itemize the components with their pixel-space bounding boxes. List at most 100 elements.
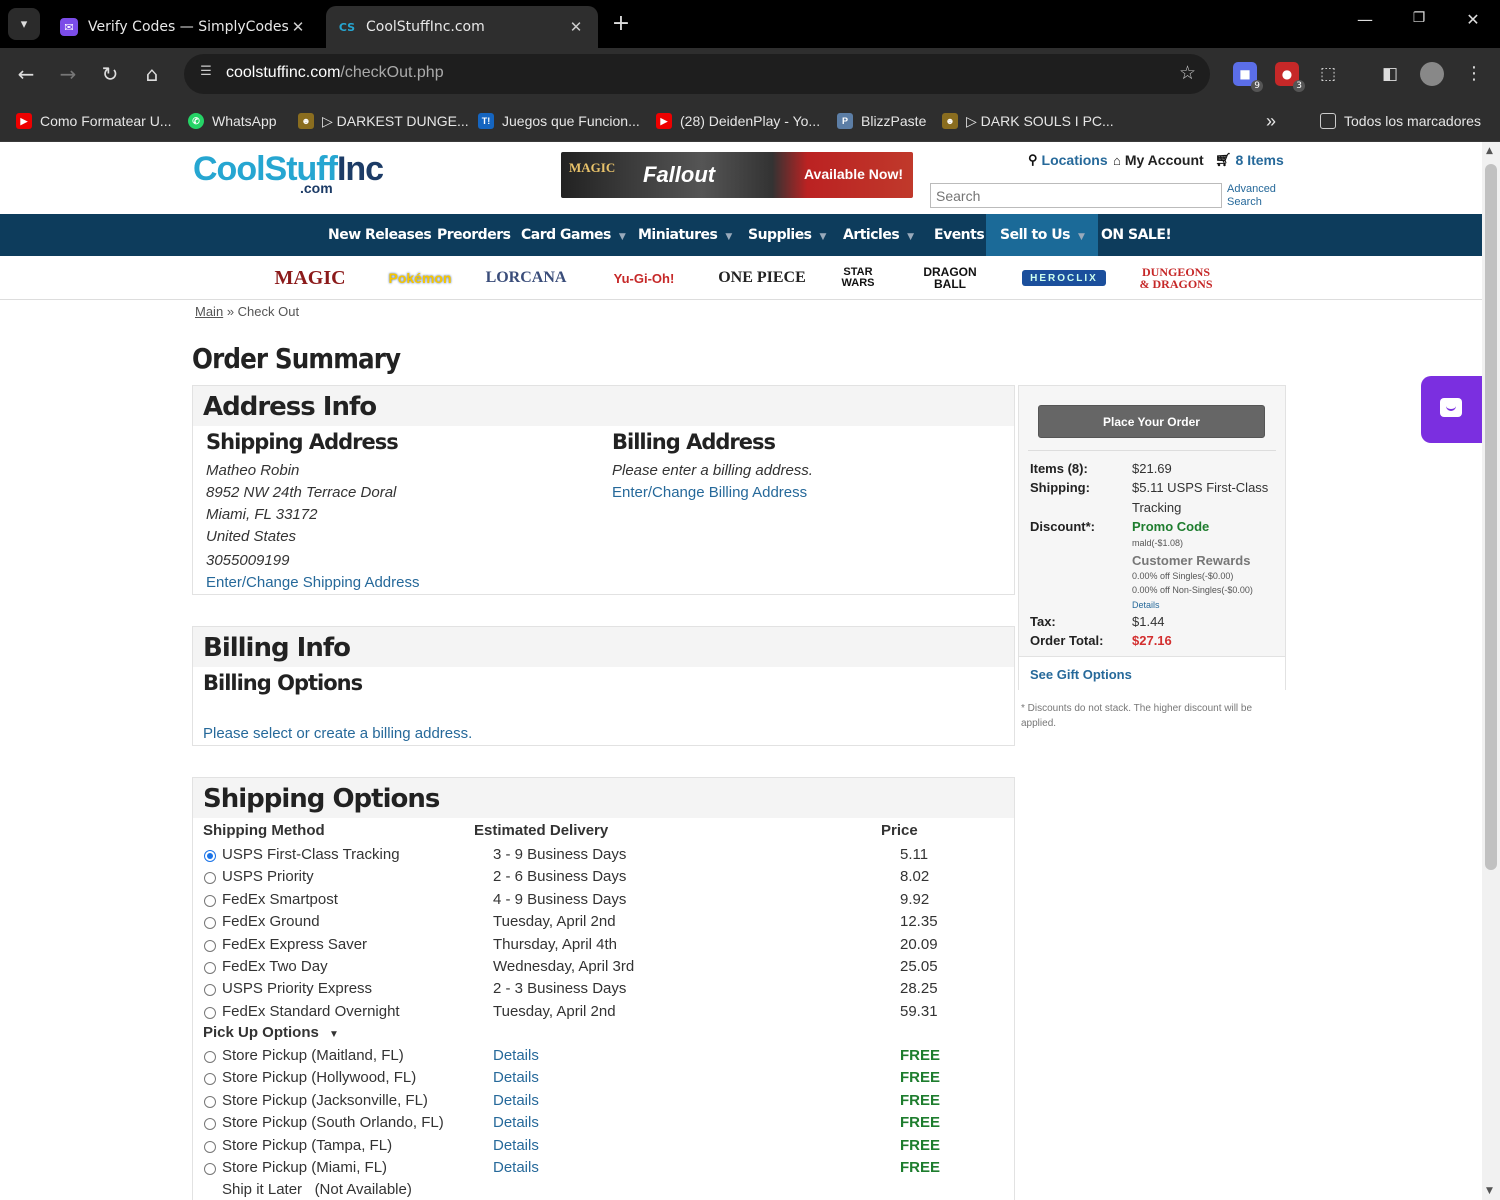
shipping-method-radio[interactable]	[204, 1006, 216, 1019]
pickup-details-link[interactable]: Details	[493, 1114, 539, 1131]
bookmarks-overflow-icon[interactable]: »	[1266, 110, 1276, 132]
address-bar[interactable]: ☰ coolstuffinc.com/checkOut.php ☆	[184, 54, 1210, 94]
back-arrow-icon[interactable]: ←	[12, 60, 40, 88]
pickup-details-link[interactable]: Details	[493, 1092, 539, 1109]
cart-link[interactable]: 🛒︎ 8 Items	[1215, 152, 1284, 168]
tab-close-icon[interactable]: ✕	[288, 18, 308, 36]
pickup-radio[interactable]	[204, 1051, 216, 1063]
brand-dnd-logo[interactable]: DUNGEONS & DRAGONS	[1136, 262, 1216, 294]
restore-icon[interactable]: ❐	[1404, 10, 1434, 26]
pickup-price-free: FREE	[900, 1159, 941, 1176]
bookmark-item[interactable]: ☻ ▷ DARK SOULS I PC...	[942, 110, 1114, 132]
place-order-button[interactable]: Place Your Order	[1038, 405, 1265, 438]
pickup-radio[interactable]	[204, 1140, 216, 1153]
extension-simplycodes-icon[interactable]: ■ 9	[1233, 62, 1263, 92]
shipping-method-radio[interactable]	[204, 984, 216, 997]
pickup-details-link[interactable]: Details	[493, 1137, 539, 1154]
locations-link[interactable]: ⚲ Locations	[1028, 152, 1108, 168]
bookmark-star-icon[interactable]: ☆	[1179, 62, 1196, 84]
bookmark-item[interactable]: ☻ ▷ DARKEST DUNGE...	[298, 110, 469, 132]
tab-coolstuffinc[interactable]: CS CoolStuffInc.com ✕	[326, 6, 598, 48]
new-tab-plus-icon[interactable]: +	[608, 12, 634, 38]
page-scrollbar[interactable]: ▲ ▼	[1482, 142, 1500, 1200]
brand-lorcana-logo[interactable]: LORCANA	[486, 262, 567, 294]
pickup-details-link[interactable]: Details	[493, 1047, 539, 1064]
fallout-promo-banner[interactable]: MAGIC Fallout Available Now!	[561, 152, 913, 198]
pickup-radio[interactable]	[204, 1118, 216, 1131]
brand-one-piece-logo[interactable]: ONE PIECE	[718, 262, 806, 294]
shipping-method-radio[interactable]	[204, 917, 216, 930]
side-panel-icon[interactable]: ◧	[1378, 62, 1402, 86]
brand-heroclix-logo[interactable]: HEROCLIX	[1022, 270, 1106, 286]
shipping-name: Matheo Robin	[206, 462, 300, 479]
pickup-options-toggle[interactable]: Pick Up Options ▼	[203, 1024, 339, 1041]
tab-title: CoolStuffInc.com	[366, 19, 485, 35]
nav-miniatures[interactable]: Miniatures ▼	[638, 214, 732, 256]
search-input[interactable]	[930, 183, 1222, 208]
pickup-details-link[interactable]: Details	[493, 1069, 539, 1086]
nav-preorders[interactable]: Preorders	[437, 214, 511, 256]
pickup-price-free: FREE	[900, 1069, 941, 1087]
shipping-method-radio[interactable]	[204, 962, 216, 974]
advanced-search-link[interactable]: Advanced Search	[1227, 183, 1276, 209]
nav-articles[interactable]: Articles ▼	[843, 214, 914, 256]
shipping-method-radio[interactable]	[204, 894, 216, 907]
coolstuffinc-logo[interactable]: CoolStuffInc	[193, 150, 384, 189]
pickup-radio[interactable]	[204, 1095, 216, 1108]
change-billing-address-link[interactable]: Enter/Change Billing Address	[612, 484, 807, 501]
shipping-method-name: FedEx Ground	[222, 913, 320, 931]
bookmark-item[interactable]: P BlizzPaste	[837, 110, 926, 132]
shipping-method-radio[interactable]	[204, 850, 216, 862]
shipping-method-name: FedEx Two Day	[222, 958, 328, 975]
pickup-details-link[interactable]: Details	[493, 1159, 539, 1176]
nav-sell-to-us[interactable]: Sell to Us ▼	[986, 214, 1099, 256]
see-gift-options-link[interactable]: See Gift Options	[1030, 667, 1132, 682]
brand-dragon-ball-logo[interactable]: DRAGON BALL	[910, 262, 990, 294]
tab-list-chevron-icon[interactable]: ▾	[8, 8, 40, 40]
reload-icon[interactable]: ↻	[96, 60, 124, 88]
extension-adblock-icon[interactable]: ● 3	[1275, 62, 1305, 92]
nav-card-games[interactable]: Card Games ▼	[521, 214, 626, 256]
scrollbar-thumb[interactable]	[1485, 164, 1497, 870]
shipping-method-name: USPS First-Class Tracking	[222, 846, 400, 863]
tab-close-icon[interactable]: ✕	[566, 18, 586, 36]
change-shipping-address-link[interactable]: Enter/Change Shipping Address	[206, 574, 419, 591]
discount-label: Discount*:	[1030, 519, 1095, 534]
nav-events[interactable]: Events	[934, 214, 985, 256]
address-info-heading: Address Info	[193, 386, 1014, 426]
home-icon[interactable]: ⌂	[138, 60, 166, 88]
bookmark-item[interactable]: ▶ (28) DeidenPlay - Yo...	[656, 110, 820, 132]
pickup-radio[interactable]	[204, 1163, 216, 1175]
site-info-icon[interactable]: ☰	[196, 64, 216, 84]
select-billing-address-link[interactable]: Please select or create a billing addres…	[203, 725, 472, 742]
minimize-icon[interactable]: —	[1350, 10, 1380, 29]
brand-yugioh-logo[interactable]: Yu-Gi-Oh!	[600, 262, 688, 294]
t-icon: T!	[478, 113, 494, 129]
extensions-puzzle-icon[interactable]: ⬚	[1316, 62, 1340, 86]
shipping-method-radio[interactable]	[204, 872, 216, 885]
nav-new-releases[interactable]: New Releases	[328, 214, 432, 256]
bookmark-item[interactable]: ▶ Como Formatear U...	[16, 110, 171, 132]
tab-simplycodes[interactable]: ✉ Verify Codes — SimplyCodes ✕	[48, 6, 320, 48]
profile-avatar-icon[interactable]	[1420, 62, 1444, 86]
chat-widget-button[interactable]	[1421, 376, 1482, 443]
nav-on-sale[interactable]: ON SALE!	[1101, 214, 1172, 256]
shipping-method-radio[interactable]	[204, 939, 216, 952]
nav-supplies[interactable]: Supplies ▼	[748, 214, 826, 256]
forward-arrow-icon[interactable]: →	[54, 60, 82, 88]
promo-code-detail: mald(-$1.08)	[1132, 538, 1184, 548]
all-bookmarks-folder[interactable]: Todos los marcadores	[1320, 110, 1481, 132]
bookmark-item[interactable]: ✆ WhatsApp	[188, 110, 277, 132]
window-close-icon[interactable]: ✕	[1458, 10, 1488, 29]
pickup-radio[interactable]	[204, 1073, 216, 1086]
brand-star-wars-logo[interactable]: STAR WARS	[836, 262, 880, 294]
brand-magic-logo[interactable]: MAGIC	[262, 262, 358, 294]
bookmark-item[interactable]: T! Juegos que Funcion...	[478, 110, 640, 132]
breadcrumb-main-link[interactable]: Main	[195, 304, 223, 319]
rewards-details-link[interactable]: Details	[1132, 600, 1160, 610]
shipping-options-panel: Shipping Options Shipping Method Estimat…	[192, 777, 1015, 1200]
browser-menu-icon[interactable]: ⋮	[1462, 62, 1486, 86]
brand-pokemon-logo[interactable]: Pokémon	[388, 262, 452, 294]
billing-info-heading: Billing Info	[193, 627, 1014, 667]
my-account-link[interactable]: ⌂ My Account	[1113, 152, 1204, 168]
